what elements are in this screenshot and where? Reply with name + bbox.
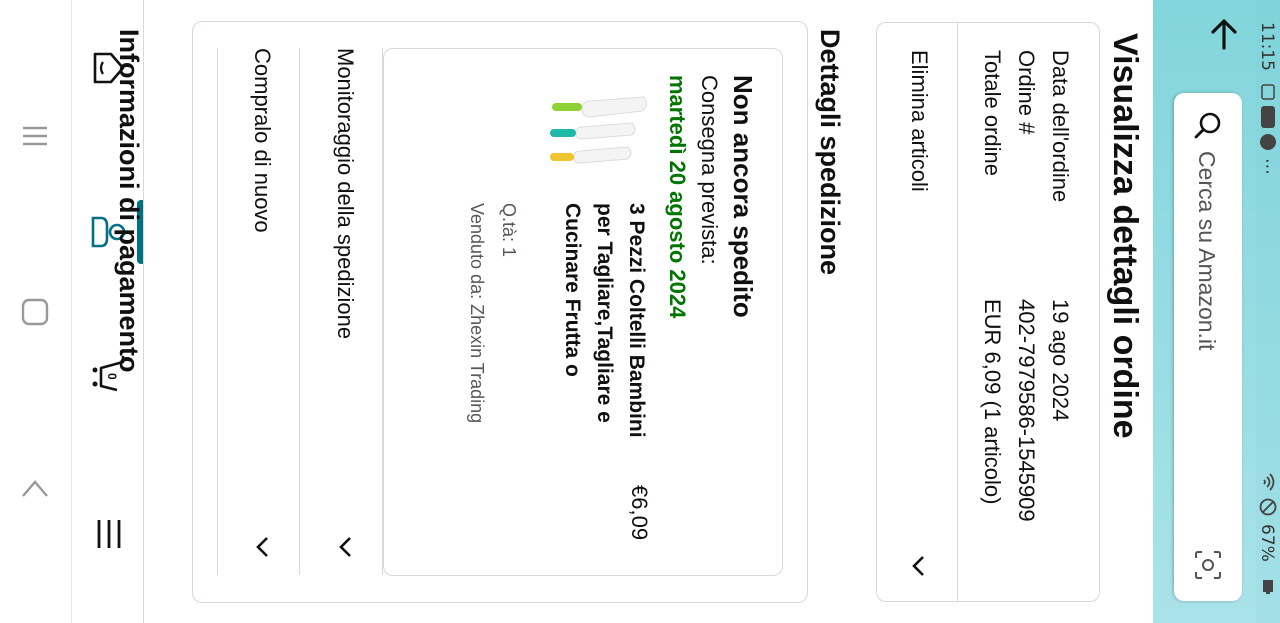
chevron-down-icon[interactable] <box>903 551 933 581</box>
battery-icon <box>1263 580 1273 594</box>
product-price: €6,09 <box>627 485 652 541</box>
status-bar: 11:15 ⋯ 67% <box>1256 0 1280 623</box>
app-header: Cerca su Amazon.it <box>1153 0 1256 623</box>
app-screen: 11:15 ⋯ 67% Cerca su Amazon.it Visualizz… <box>0 0 1280 623</box>
menu-icon[interactable] <box>89 512 129 556</box>
product-image[interactable] <box>542 75 652 185</box>
back-arrow-icon[interactable] <box>1204 14 1244 54</box>
product-seller: Venduto da: Zhexin Trading <box>467 203 487 424</box>
product-title[interactable]: 3 Pezzi Coltelli Bambini per Tagliare,Ta… <box>556 203 652 443</box>
search-bar[interactable]: Cerca su Amazon.it <box>1174 93 1242 601</box>
track-shipment-button[interactable]: Monitoraggio della spedizione <box>332 48 358 339</box>
status-time: 11:15 <box>1257 22 1277 71</box>
shipment-heading: Dettagli spedizione <box>815 29 845 276</box>
delivery-eta-date: martedì 20 agosto 2024 <box>665 75 690 319</box>
do-not-disturb-icon <box>1259 498 1277 516</box>
payment-heading: Informazioni di pagamento <box>114 29 144 373</box>
shipment-item-box: Non ancora spedito Consegna prevista: ma… <box>383 48 783 576</box>
shipment-status: Non ancora spedito <box>728 75 758 318</box>
svg-text:0: 0 <box>105 373 119 380</box>
chevron-down-icon[interactable] <box>247 532 277 562</box>
delivery-eta-label: Consegna prevista: <box>697 75 722 265</box>
home-button-icon[interactable] <box>17 292 53 332</box>
notification-icon <box>1261 84 1275 100</box>
camera-scan-icon[interactable] <box>1194 550 1222 580</box>
back-button-icon[interactable] <box>17 470 53 510</box>
order-summary-card: Data dell'ordine 19 ago 2024 Ordine # 40… <box>876 22 1100 602</box>
temu-icon <box>1261 106 1275 128</box>
more-dots-icon: ⋯ <box>1257 158 1277 175</box>
search-icon <box>1194 112 1221 139</box>
divider <box>957 23 958 601</box>
divider <box>217 48 218 575</box>
order-total-value: EUR 6,09 (1 articolo) <box>980 299 1005 505</box>
order-number-label: Ordine # <box>1014 50 1039 135</box>
divider <box>382 48 383 575</box>
divider <box>299 48 300 575</box>
system-navigation <box>0 0 72 623</box>
order-total-label: Totale ordine <box>980 50 1005 176</box>
page-title: Visualizza dettagli ordine <box>1106 33 1144 439</box>
product-quantity: Q.tà: 1 <box>499 203 519 258</box>
order-number-value: 402-7979586-1545909 <box>1014 299 1039 522</box>
delete-items-button[interactable]: Elimina articoli <box>906 50 932 192</box>
wifi-icon <box>1263 473 1275 491</box>
order-date-label: Data dell'ordine <box>1048 50 1073 203</box>
search-input[interactable]: Cerca su Amazon.it <box>1193 151 1220 350</box>
chevron-down-icon[interactable] <box>330 532 360 562</box>
buy-again-button[interactable]: Compralo di nuovo <box>249 48 275 233</box>
order-date-value: 19 ago 2024 <box>1048 299 1073 422</box>
battery-percent: 67% <box>1257 524 1277 562</box>
facebook-icon <box>1260 134 1276 150</box>
recent-apps-icon[interactable] <box>17 116 53 156</box>
